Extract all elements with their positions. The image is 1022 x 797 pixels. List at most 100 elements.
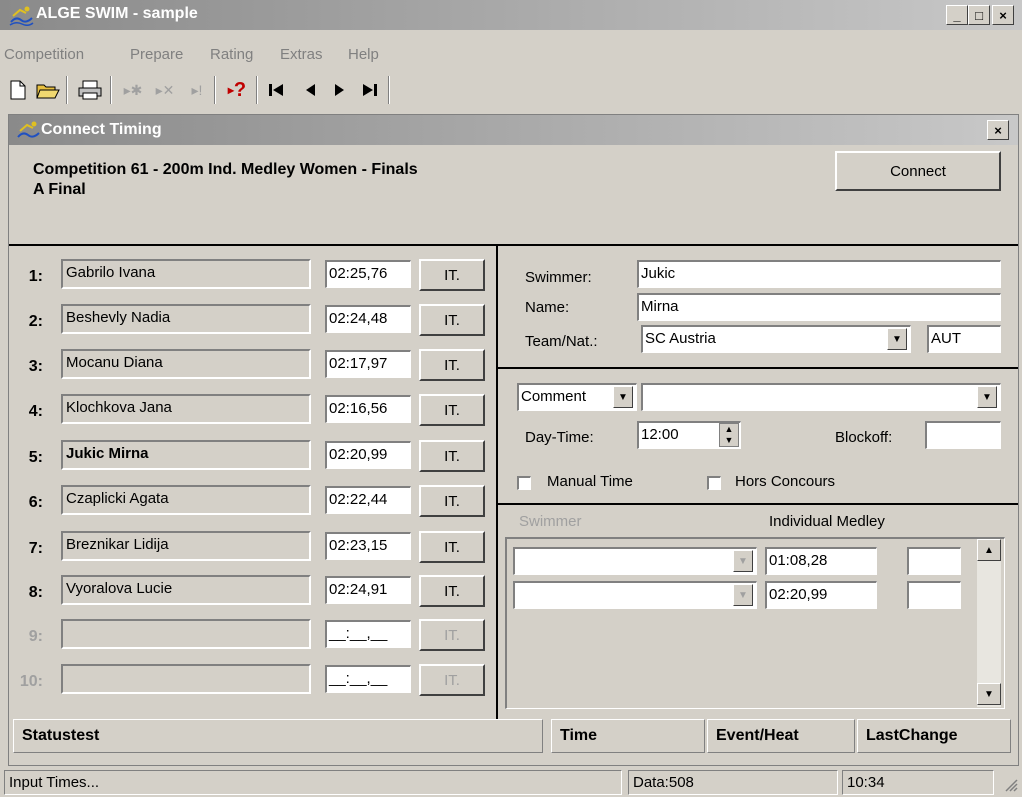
lane-it-button[interactable]: IT.: [419, 575, 485, 607]
split-swimmer-select-1[interactable]: [513, 547, 757, 575]
printer-icon[interactable]: [76, 78, 104, 102]
lane-time-field[interactable]: 02:17,97: [325, 350, 411, 378]
toolbar-separator: [256, 76, 258, 104]
comment-text-select[interactable]: [641, 383, 1001, 411]
team-select[interactable]: SC Austria: [641, 325, 911, 353]
stop-timing-icon[interactable]: ▸✕: [150, 78, 180, 102]
lane-it-button[interactable]: IT.: [419, 664, 485, 696]
menu-prepare[interactable]: Prepare: [130, 46, 183, 63]
connect-button[interactable]: Connect: [835, 151, 1001, 191]
help-icon[interactable]: ▸?: [222, 78, 252, 102]
lane-time-field[interactable]: 02:22,44: [325, 486, 411, 514]
previous-record-icon[interactable]: [296, 78, 324, 102]
lane-swimmer-name[interactable]: Klochkova Jana: [61, 394, 311, 424]
split-dropdown-arrow-icon[interactable]: ▼: [733, 550, 753, 572]
divider: [496, 244, 498, 719]
swimmer-app-icon: [17, 121, 40, 138]
lane-number: 6:: [28, 494, 43, 511]
start-timing-icon[interactable]: ▸✱: [118, 78, 148, 102]
lane-time-field[interactable]: 02:25,76: [325, 260, 411, 288]
daytime-spinner-icon[interactable]: ▲ ▼: [719, 423, 739, 447]
lane-number: 7:: [28, 540, 43, 557]
lane-time-field[interactable]: 02:20,99: [325, 441, 411, 469]
alert-timing-icon[interactable]: ▸!: [182, 78, 212, 102]
first-record-icon[interactable]: [262, 78, 290, 102]
menu-help[interactable]: Help: [348, 46, 379, 63]
dialog-close-button[interactable]: ×: [987, 120, 1009, 140]
menu-extras[interactable]: Extras: [280, 46, 323, 63]
lane-it-button[interactable]: IT.: [419, 531, 485, 563]
blockoff-field[interactable]: [925, 421, 1001, 449]
hors-concours-checkbox[interactable]: [707, 476, 721, 490]
split-time-2[interactable]: 02:20,99: [765, 581, 877, 609]
new-document-icon[interactable]: [6, 78, 30, 102]
event-heat-column: Event/Heat: [707, 719, 855, 753]
lane-swimmer-name[interactable]: [61, 619, 311, 649]
split-extra-1[interactable]: [907, 547, 961, 575]
next-record-icon[interactable]: [326, 78, 354, 102]
comment-text-dropdown-arrow-icon[interactable]: ▼: [977, 386, 997, 408]
competition-heading: Competition 61 - 200m Ind. Medley Women …: [33, 160, 418, 200]
maximize-button[interactable]: □: [968, 5, 990, 25]
lane-it-button[interactable]: IT.: [419, 485, 485, 517]
lane-it-button[interactable]: IT.: [419, 619, 485, 651]
status-header-bar: Statustest Time Event/Heat LastChange: [13, 719, 1017, 757]
app-title: ALGE SWIM - sample: [36, 5, 198, 22]
lane-number: 1:: [28, 268, 43, 285]
lane-it-button[interactable]: IT.: [419, 394, 485, 426]
close-button[interactable]: ×: [992, 5, 1014, 25]
lane-number: 9:: [28, 628, 43, 645]
comment-select-value: Comment: [521, 388, 587, 405]
lane-it-button[interactable]: IT.: [419, 259, 485, 291]
lane-swimmer-name[interactable]: Breznikar Lidija: [61, 531, 311, 561]
status-message: Input Times...: [4, 770, 622, 795]
app-title-bar: ALGE SWIM - sample _ □ ×: [0, 0, 1022, 30]
lane-time-field[interactable]: 02:23,15: [325, 532, 411, 560]
lane-swimmer-name[interactable]: Vyoralova Lucie: [61, 575, 311, 605]
connect-timing-window: Connect Timing × Competition 61 - 200m I…: [8, 114, 1019, 766]
final-title: A Final: [33, 181, 86, 198]
lane-time-field[interactable]: 02:24,91: [325, 576, 411, 604]
splits-swimmer-header: Swimmer: [519, 513, 582, 530]
resize-grip-icon[interactable]: [1004, 778, 1018, 792]
lane-time-field[interactable]: 02:16,56: [325, 395, 411, 423]
connect-timing-title-bar: Connect Timing ×: [9, 115, 1018, 145]
lane-it-button[interactable]: IT.: [419, 304, 485, 336]
lane-time-field[interactable]: __:__,__: [325, 665, 411, 693]
name-label: Name:: [525, 299, 570, 316]
split-extra-2[interactable]: [907, 581, 961, 609]
menu-rating[interactable]: Rating: [210, 46, 253, 63]
scroll-down-arrow-icon[interactable]: ▼: [977, 683, 1001, 705]
toolbar: ▸✱ ▸✕ ▸! ▸?: [0, 72, 1022, 110]
nationality-field[interactable]: AUT: [927, 325, 1001, 353]
splits-style-header: Individual Medley: [769, 513, 885, 530]
lane-swimmer-name[interactable]: Mocanu Diana: [61, 349, 311, 379]
split-swimmer-select-2[interactable]: [513, 581, 757, 609]
toolbar-separator: [214, 76, 216, 104]
lane-time-field[interactable]: __:__,__: [325, 620, 411, 648]
blockoff-label: Blockoff:: [835, 429, 893, 446]
divider: [9, 244, 1018, 246]
splits-scrollbar[interactable]: [977, 539, 1001, 707]
name-field[interactable]: Mirna: [637, 293, 1001, 321]
toolbar-separator: [388, 76, 390, 104]
lane-swimmer-name[interactable]: Czaplicki Agata: [61, 485, 311, 515]
lane-swimmer-name[interactable]: Gabrilo Ivana: [61, 259, 311, 289]
scroll-up-arrow-icon[interactable]: ▲: [977, 539, 1001, 561]
lane-it-button[interactable]: IT.: [419, 349, 485, 381]
folder-open-icon[interactable]: [34, 78, 62, 102]
lane-it-button[interactable]: IT.: [419, 440, 485, 472]
manual-time-checkbox[interactable]: [517, 476, 531, 490]
swimmer-field[interactable]: Jukic: [637, 260, 1001, 288]
lane-swimmer-name[interactable]: Jukic Mirna: [61, 440, 311, 470]
comment-dropdown-arrow-icon[interactable]: ▼: [613, 386, 633, 408]
split-dropdown-arrow-icon[interactable]: ▼: [733, 584, 753, 606]
lane-time-field[interactable]: 02:24,48: [325, 305, 411, 333]
lane-swimmer-name[interactable]: Beshevly Nadia: [61, 304, 311, 334]
minimize-button[interactable]: _: [946, 5, 968, 25]
split-time-1[interactable]: 01:08,28: [765, 547, 877, 575]
lane-swimmer-name[interactable]: [61, 664, 311, 694]
last-record-icon[interactable]: [356, 78, 384, 102]
menu-competition[interactable]: Competition: [4, 46, 84, 63]
team-dropdown-arrow-icon[interactable]: ▼: [887, 328, 907, 350]
